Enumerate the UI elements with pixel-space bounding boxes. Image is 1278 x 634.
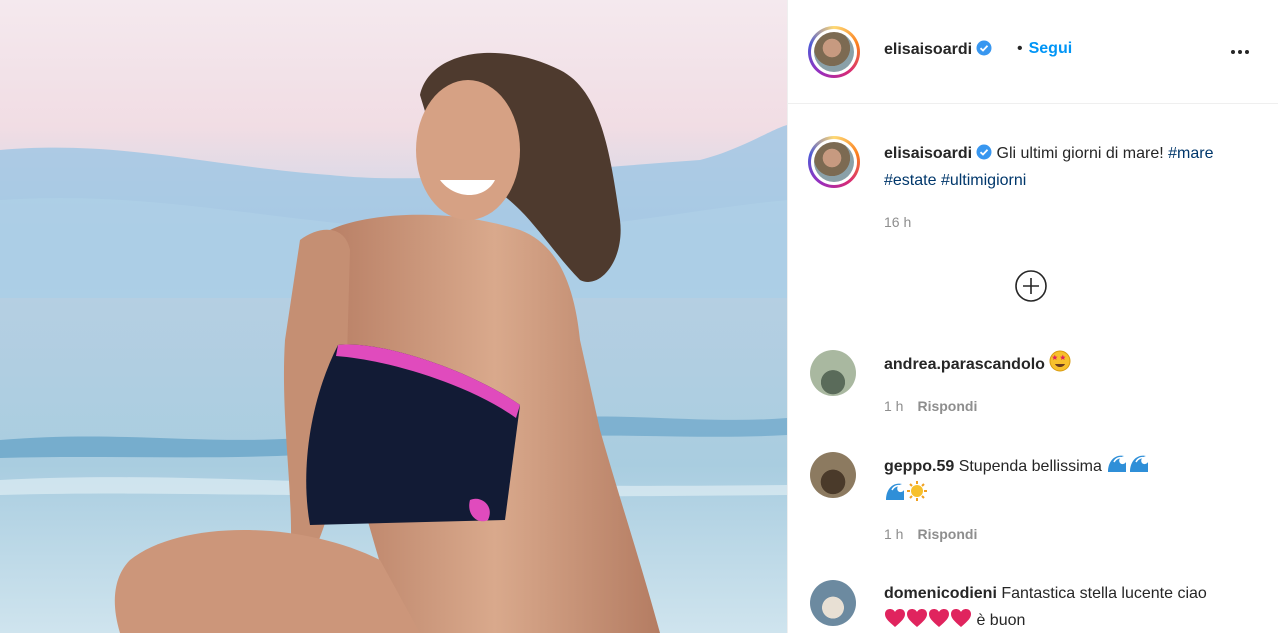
author-avatar[interactable] [808, 26, 860, 78]
author-username-row: elisaisoardi [884, 40, 992, 59]
comment-text-continued: è buon [976, 612, 1026, 629]
comment-timestamp[interactable]: 1 h [884, 526, 903, 542]
comment-body: domenicodieni Fantastica stella lucente … [884, 580, 1214, 634]
comment-text: Fantastica stella lucente ciao [1001, 585, 1207, 602]
wave-emoji-icon [886, 483, 904, 500]
sun-emoji-icon [907, 481, 927, 501]
follow-button[interactable]: Segui [1029, 40, 1073, 57]
wave-emoji-icon [1108, 455, 1127, 472]
heart-emoji-icon [929, 609, 949, 627]
reply-button[interactable]: Rispondi [917, 398, 977, 414]
comment-username[interactable]: geppo.59 [884, 458, 954, 475]
caption-username[interactable]: elisaisoardi [884, 145, 972, 162]
comment-avatar[interactable] [810, 350, 856, 396]
heart-emoji-icon [951, 609, 971, 627]
verified-badge-icon [976, 144, 992, 160]
post-photo[interactable] [0, 0, 787, 633]
comment-avatar[interactable] [810, 452, 856, 498]
follow-link[interactable]: • Segui [1017, 40, 1072, 58]
reply-button[interactable]: Rispondi [917, 526, 977, 542]
author-username[interactable]: elisaisoardi [884, 41, 972, 58]
caption-text: Gli ultimi giorni di mare! [996, 145, 1164, 162]
comment-body: geppo.59 Stupenda bellissima [884, 452, 1214, 508]
post-side-panel: elisaisoardi • Segui elisaisoardi Gli ult… [787, 0, 1278, 633]
comment-body: andrea.parascandolo [884, 350, 1214, 378]
verified-badge-icon [976, 40, 992, 56]
wave-emoji-icon [1130, 455, 1149, 472]
comment-meta: 1 h Rispondi [884, 526, 991, 542]
comment-avatar[interactable] [810, 580, 856, 626]
comment-text: Stupenda bellissima [958, 458, 1102, 475]
more-options-icon[interactable] [1228, 44, 1252, 60]
post-timestamp[interactable]: 16 h [884, 214, 911, 230]
post-header: elisaisoardi • Segui [788, 0, 1278, 104]
heart-emoji-icon [907, 609, 927, 627]
hashtag-mare[interactable]: #mare [1168, 145, 1213, 162]
caption-avatar[interactable] [808, 136, 860, 188]
hashtag-estate[interactable]: #estate [884, 172, 936, 189]
comment-timestamp[interactable]: 1 h [884, 398, 903, 414]
comment-username[interactable]: andrea.parascandolo [884, 356, 1045, 373]
post-caption: elisaisoardi Gli ultimi giorni di mare! … [884, 140, 1214, 194]
post-photo-image [0, 0, 787, 633]
heart-emoji-icon [885, 609, 905, 627]
star-eyes-emoji-icon [1049, 350, 1071, 372]
hashtag-ultimigiorni[interactable]: #ultimigiorni [941, 172, 1026, 189]
comment-meta: 1 h Rispondi [884, 398, 991, 414]
load-more-plus-icon[interactable] [1015, 270, 1047, 302]
comment-username[interactable]: domenicodieni [884, 585, 997, 602]
follow-separator: • [1017, 40, 1023, 57]
